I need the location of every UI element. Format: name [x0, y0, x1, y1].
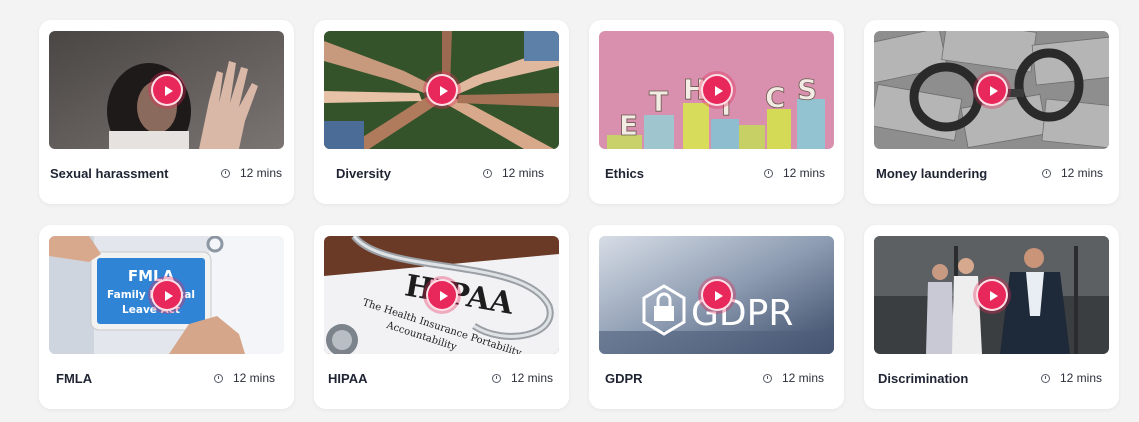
- course-thumbnail[interactable]: HIPAA The Health Insurance Portability A…: [324, 236, 559, 354]
- play-icon[interactable]: [975, 279, 1008, 311]
- ethics-letter: E: [619, 109, 638, 142]
- course-card-money-laundering[interactable]: Money laundering 12 mins: [864, 20, 1119, 204]
- course-thumbnail[interactable]: E T H I C S: [599, 31, 834, 149]
- ethics-letter: T: [649, 85, 668, 118]
- course-card-hipaa[interactable]: HIPAA The Health Insurance Portability A…: [314, 225, 569, 409]
- play-icon[interactable]: [700, 74, 733, 106]
- ethics-letter: C: [765, 81, 786, 114]
- course-thumbnail[interactable]: GDPR: [599, 236, 834, 354]
- clock-icon: [483, 168, 492, 178]
- course-title: Sexual harassment: [50, 166, 169, 181]
- course-title: Diversity: [336, 166, 391, 181]
- play-icon[interactable]: [150, 279, 183, 311]
- course-title: GDPR: [605, 371, 643, 386]
- play-icon[interactable]: [700, 279, 733, 311]
- clock-icon: [1042, 168, 1051, 178]
- play-icon[interactable]: [150, 74, 183, 106]
- clock-icon: [763, 373, 772, 383]
- course-duration: 12 mins: [492, 371, 553, 385]
- play-icon[interactable]: [425, 279, 458, 311]
- ethics-letter: S: [797, 73, 817, 106]
- course-card-ethics[interactable]: E T H I C S Ethics 12 mins: [589, 20, 844, 204]
- clock-icon: [221, 168, 230, 178]
- course-thumbnail[interactable]: [874, 236, 1109, 354]
- duration-label: 12 mins: [240, 166, 283, 180]
- course-thumbnail[interactable]: FMLA Family Medical Leave Act: [49, 236, 284, 354]
- duration-label: 12 mins: [783, 166, 826, 180]
- duration-label: 12 mins: [511, 371, 554, 385]
- duration-label: 12 mins: [1061, 166, 1104, 180]
- course-title: Money laundering: [876, 166, 988, 181]
- course-duration: 12 mins: [1041, 371, 1102, 385]
- course-duration: 12 mins: [1042, 166, 1103, 180]
- clock-icon: [764, 168, 773, 178]
- course-duration: 12 mins: [214, 371, 275, 385]
- course-title: Ethics: [605, 166, 645, 181]
- course-title: Discrimination: [878, 371, 969, 386]
- course-thumbnail[interactable]: [324, 31, 559, 149]
- duration-label: 12 mins: [1060, 371, 1103, 385]
- clock-icon: [492, 373, 501, 383]
- course-thumbnail[interactable]: [49, 31, 284, 149]
- course-card-fmla[interactable]: FMLA Family Medical Leave Act FMLA 12 mi…: [39, 225, 294, 409]
- play-icon[interactable]: [425, 74, 458, 106]
- clock-icon: [1041, 373, 1050, 383]
- clock-icon: [214, 373, 223, 383]
- course-thumbnail[interactable]: [874, 31, 1109, 149]
- course-duration: 12 mins: [764, 166, 825, 180]
- course-card-gdpr[interactable]: GDPR GDPR 12 mins: [589, 225, 844, 409]
- course-duration: 12 mins: [483, 166, 544, 180]
- course-duration: 12 mins: [221, 166, 282, 180]
- course-card-diversity[interactable]: Diversity 12 mins: [314, 20, 569, 204]
- duration-label: 12 mins: [782, 371, 825, 385]
- duration-label: 12 mins: [502, 166, 545, 180]
- course-card-sexual-harassment[interactable]: Sexual harassment 12 mins: [39, 20, 294, 204]
- course-grid: Sexual harassment 12 mins Diversity 12 m…: [0, 0, 1139, 422]
- course-duration: 12 mins: [763, 371, 824, 385]
- course-card-discrimination[interactable]: Discrimination 12 mins: [864, 225, 1119, 409]
- play-icon[interactable]: [975, 74, 1008, 106]
- course-title: HIPAA: [328, 371, 368, 386]
- duration-label: 12 mins: [233, 371, 276, 385]
- course-title: FMLA: [56, 371, 93, 386]
